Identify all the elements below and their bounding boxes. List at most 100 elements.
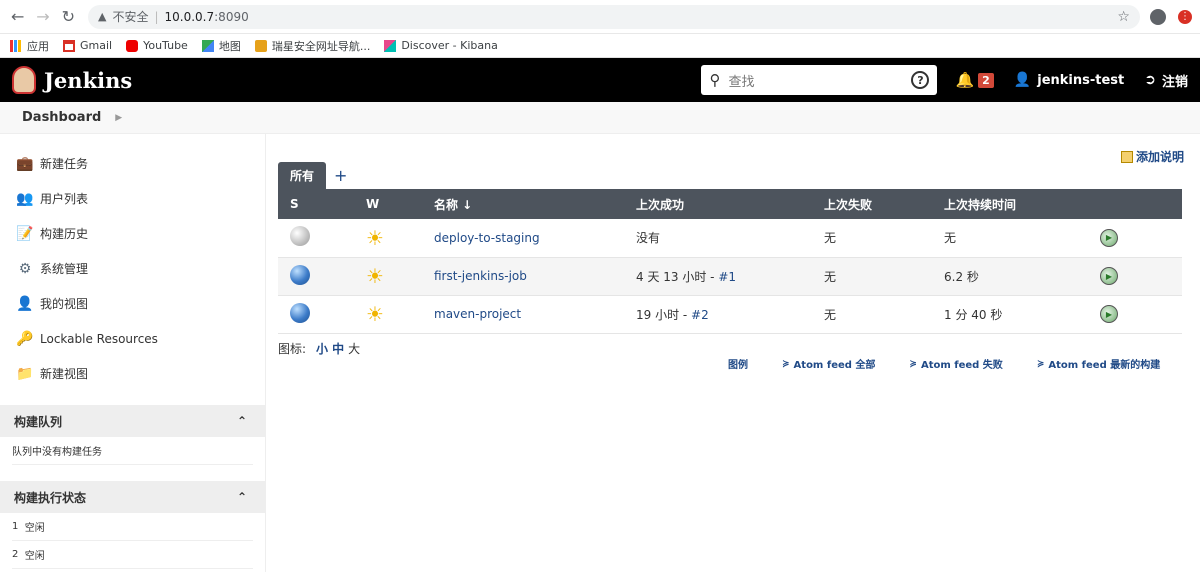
tab-all[interactable]: 所有 [278,162,327,189]
schedule-build-icon[interactable]: ▶ [1100,305,1118,323]
add-description-label: 添加说明 [1135,150,1184,164]
search-input[interactable]: 查找 [728,71,911,90]
feed-latest-link[interactable]: ≽ Atom feed 最新的构建 [1037,356,1160,372]
col-status[interactable]: S [278,189,354,219]
job-link[interactable]: first-jenkins-job [434,269,527,283]
menu-icon[interactable]: ⋮ [1177,9,1192,24]
last-success-text: 4 天 13 小时 - [636,269,719,284]
last-failure-text: 无 [824,269,837,284]
bookmark-gmail[interactable]: Gmail [63,39,112,52]
status-blue-ball-icon[interactable] [290,302,310,323]
chevron-up-icon[interactable]: ⌃ [237,490,247,504]
notifications-button[interactable]: 🔔 2 [955,71,994,89]
job-link[interactable]: maven-project [434,307,521,321]
build-queue-panel: 构建队列 ⌃ 队列中没有构建任务 [0,405,265,465]
sidebar-item-build-history[interactable]: 📝 构建历史 [0,216,265,251]
browser-toolbar: ← → ↻ ▲ 不安全 | 10.0.0.7:8090 ☆ ⋮ [0,0,1200,34]
sidebar: 💼 新建任务 👥 用户列表 📝 构建历史 ⚙ 系统管理 👤 我的视图 🔑 Lockable … [0,134,266,572]
icon-size-large[interactable]: 大 [348,340,360,357]
help-icon[interactable]: ? [911,71,930,89]
sidebar-item-label: 我的视图 [40,297,89,311]
sidebar-item-people[interactable]: 👥 用户列表 [0,181,265,216]
add-description-link[interactable]: 添加说明 [1120,148,1184,165]
username: jenkins-test [1037,72,1125,88]
profile-icon[interactable] [1149,8,1166,25]
feed-failures-link[interactable]: ≽ Atom feed 失败 [909,356,1002,372]
job-link[interactable]: deploy-to-staging [434,231,540,245]
bookmark-apps[interactable]: 应用 [10,38,49,54]
weather-sunny-icon[interactable]: ☀ [366,304,386,324]
build-queue-empty: 队列中没有构建任务 [12,437,253,465]
sidebar-item-label: 新建视图 [40,367,89,381]
bookmark-rising[interactable]: 瑞星安全网址导航... [254,38,371,54]
address-bar[interactable]: ▲ 不安全 | 10.0.0.7:8090 ☆ [87,4,1140,29]
bookmark-youtube[interactable]: YouTube [126,39,188,52]
col-weather[interactable]: W [354,189,422,219]
col-last-duration[interactable]: 上次持续时间 [932,189,1088,219]
feed-all-link[interactable]: ≽ Atom feed 全部 [782,356,875,372]
bookmark-kibana[interactable]: Discover - Kibana [384,39,498,52]
sidebar-item-label: Lockable Resources [40,331,158,346]
status-grey-ball-icon[interactable] [290,226,310,247]
main-content: 添加说明 所有 + S W 名称 ↓ 上次成功 上次失败 上次持续时间 ☀ de… [266,134,1200,572]
weather-sunny-icon[interactable]: ☀ [366,266,386,286]
view-tabs: 所有 + [278,162,1184,189]
last-duration-text: 6.2 秒 [944,269,979,284]
gear-icon: ⚙ [18,260,32,277]
bookmark-maps[interactable]: 地图 [201,38,241,54]
search-box[interactable]: ⚲ 查找 ? [701,65,938,95]
table-row: ☀ maven-project 19 小时 - #2 无 1 分 40 秒 ▶ [278,295,1182,334]
logout-icon: ➲ [1144,72,1156,88]
user-menu[interactable]: 👤 jenkins-test [1014,72,1124,88]
icon-size-small[interactable]: 小 [316,340,328,357]
bookmark-label: 地图 [218,39,241,53]
new-item-icon: 💼 [16,155,34,172]
sidebar-item-label: 新建任务 [40,157,89,171]
bookmark-label: YouTube [143,39,188,52]
chevron-up-icon[interactable]: ⌃ [237,414,247,428]
breadcrumb-chevron-icon[interactable]: ▶ [115,113,122,123]
user-icon: 👤 [16,295,34,312]
forward-arrow-icon[interactable]: → [33,7,52,27]
executors-header[interactable]: 构建执行状态 ⌃ [0,481,265,513]
reload-icon[interactable]: ↻ [59,7,78,27]
bookmark-label: 瑞星安全网址导航... [271,39,371,53]
build-link[interactable]: #1 [718,270,736,284]
user-icon: 👤 [1013,72,1032,88]
jenkins-logo[interactable]: Jenkins [12,66,132,94]
bookmark-label: 应用 [27,39,49,53]
rss-icon: ≽ [782,358,790,369]
breadcrumb-dashboard[interactable]: Dashboard [22,110,101,125]
col-name[interactable]: 名称 ↓ [422,189,624,219]
weather-sunny-icon[interactable]: ☀ [366,228,386,248]
jenkins-butler-icon [12,66,36,94]
logout-button[interactable]: ➲ 注销 [1144,71,1188,90]
jenkins-header: Jenkins ⚲ 查找 ? 🔔 2 👤 jenkins-test ➲ 注销 [0,58,1200,102]
breadcrumb: Dashboard ▶ [0,102,1200,134]
table-row: ☀ first-jenkins-job 4 天 13 小时 - #1 无 6.2… [278,257,1182,296]
bookmark-star-icon[interactable]: ☆ [1117,9,1130,25]
build-queue-header[interactable]: 构建队列 ⌃ [0,405,265,437]
status-blue-ball-icon[interactable] [290,264,310,285]
schedule-build-icon[interactable]: ▶ [1100,267,1118,285]
url-port: :8090 [214,9,249,24]
sidebar-item-new-view[interactable]: 📁 新建视图 [0,356,265,391]
add-tab-button[interactable]: + [334,166,347,189]
sidebar-item-manage[interactable]: ⚙ 系统管理 [0,251,265,286]
jenkins-title: Jenkins [44,67,133,93]
col-last-failure[interactable]: 上次失败 [812,189,932,219]
warning-icon[interactable]: ▲ [98,10,106,23]
last-success-text: 19 小时 - [636,307,692,322]
legend-link[interactable]: 图例 [728,356,748,371]
back-arrow-icon[interactable]: ← [8,7,27,27]
sidebar-item-lockable-resources[interactable]: 🔑 Lockable Resources [0,321,265,356]
sidebar-item-my-views[interactable]: 👤 我的视图 [0,286,265,321]
executors-panel: 构建执行状态 ⌃ 1 空闲 2 空闲 [0,481,265,569]
col-last-success[interactable]: 上次成功 [624,189,812,219]
icon-size-medium[interactable]: 中 [332,340,344,357]
sidebar-item-new-item[interactable]: 💼 新建任务 [0,146,265,181]
maps-icon [201,39,214,52]
sidebar-item-label: 系统管理 [40,262,89,276]
build-link[interactable]: #2 [691,308,709,322]
schedule-build-icon[interactable]: ▶ [1100,228,1118,247]
